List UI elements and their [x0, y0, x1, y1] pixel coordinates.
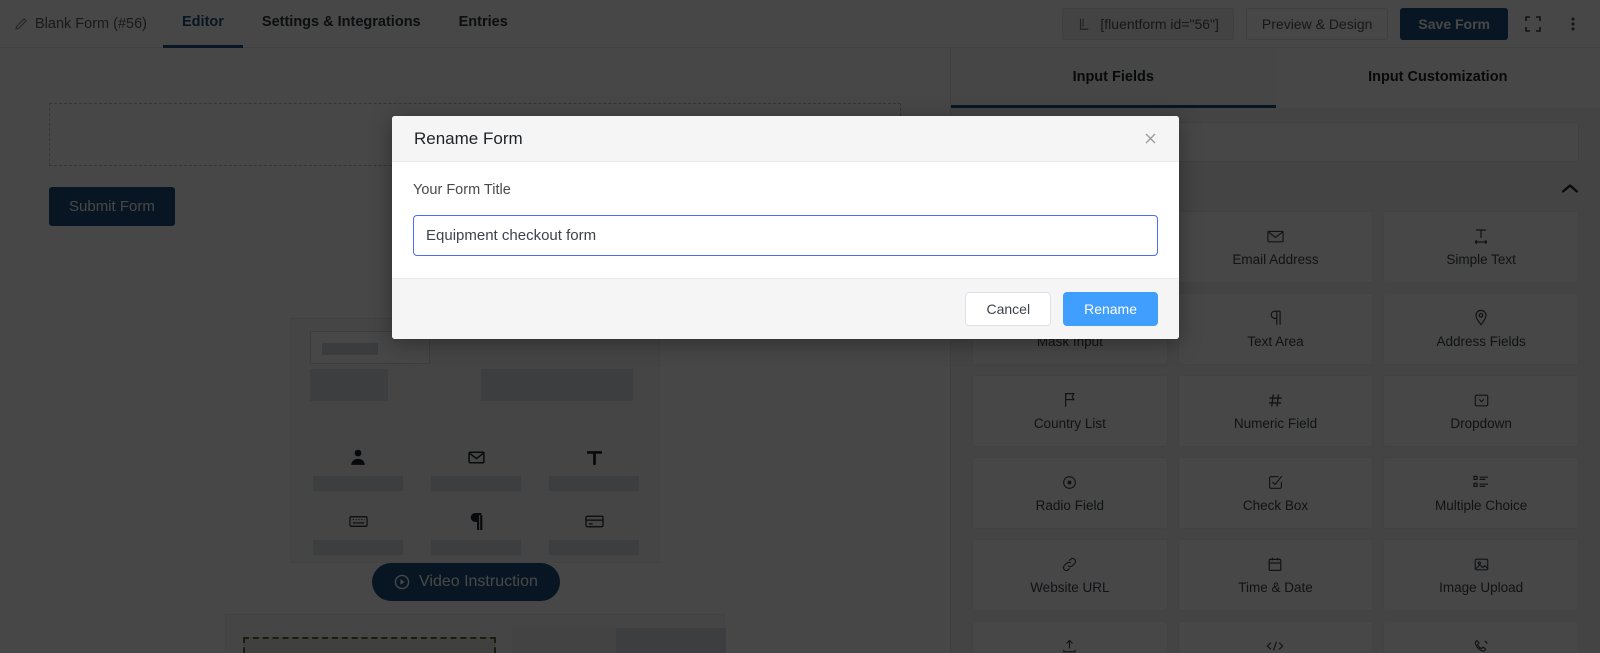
dialog-header: Rename Form — [392, 116, 1179, 162]
form-title-input-wrapper — [413, 215, 1158, 256]
form-title-field-label: Your Form Title — [413, 182, 1158, 198]
app-root: Blank Form (#56) Editor Settings & Integ… — [0, 0, 1600, 653]
cancel-button-label: Cancel — [986, 301, 1030, 317]
form-title-input[interactable] — [413, 215, 1158, 256]
dialog-title: Rename Form — [414, 129, 523, 149]
dialog-footer: Cancel Rename — [392, 278, 1179, 339]
rename-form-dialog: Rename Form Your Form Title Cancel Renam… — [392, 116, 1179, 339]
dialog-body: Your Form Title — [392, 162, 1179, 278]
rename-button[interactable]: Rename — [1063, 292, 1158, 326]
rename-button-label: Rename — [1084, 301, 1137, 317]
close-icon[interactable] — [1139, 128, 1161, 150]
cancel-button[interactable]: Cancel — [965, 292, 1051, 326]
